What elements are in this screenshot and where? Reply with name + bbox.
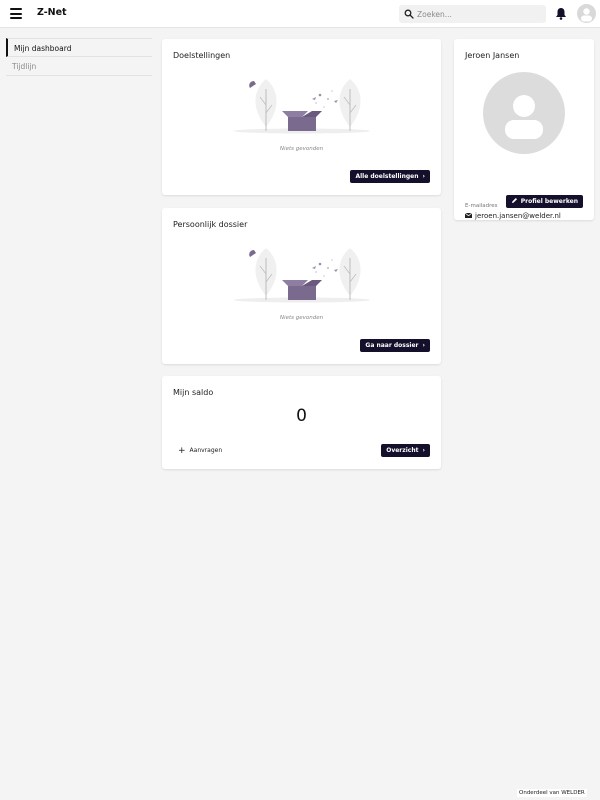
request-label: Aanvragen bbox=[189, 447, 223, 454]
pencil-icon bbox=[511, 198, 517, 203]
dossier-title: Persoonlijk dossier bbox=[173, 220, 248, 229]
menu-icon[interactable] bbox=[10, 8, 22, 19]
dossier-card: Persoonlijk dossier Niets gevonden Ga na… bbox=[162, 208, 441, 364]
envelope-icon bbox=[465, 213, 472, 218]
empty-box-illustration bbox=[234, 79, 370, 134]
footer-text: Onderdeel van WELDER bbox=[517, 789, 587, 797]
chevron-right-icon: › bbox=[422, 447, 425, 454]
brand-title: Z-Net bbox=[37, 7, 67, 18]
sidebar-nav: Mijn dashboard Tijdlijn bbox=[6, 38, 152, 76]
email-value: jeroen.jansen@welder.nl bbox=[475, 212, 561, 220]
avatar bbox=[505, 95, 543, 139]
saldo-card: Mijn saldo 0 + Aanvragen Overzicht › bbox=[162, 376, 441, 469]
all-goals-label: Alle doelstellingen bbox=[355, 173, 419, 180]
edit-profile-button[interactable]: Profiel bewerken bbox=[505, 195, 583, 208]
request-button[interactable]: + Aanvragen bbox=[178, 446, 222, 456]
saldo-value: 0 bbox=[296, 406, 307, 426]
profile-card: Jeroen Jansen E-mailadres jeroen.jansen@… bbox=[454, 39, 594, 220]
bell-icon[interactable] bbox=[555, 7, 567, 20]
goals-empty-text: Niets gevonden bbox=[279, 146, 324, 152]
sidebar-item-timeline[interactable]: Tijdlijn bbox=[6, 57, 152, 76]
overview-button[interactable]: Overzicht › bbox=[381, 444, 430, 457]
all-goals-button[interactable]: Alle doelstellingen › bbox=[350, 170, 430, 183]
user-avatar-button[interactable] bbox=[577, 4, 596, 23]
dossier-empty-text: Niets gevonden bbox=[279, 315, 324, 321]
plus-icon: + bbox=[178, 446, 186, 456]
search-input[interactable] bbox=[417, 7, 542, 21]
chevron-right-icon: › bbox=[422, 342, 425, 349]
search-icon bbox=[404, 9, 414, 19]
search-box[interactable] bbox=[399, 5, 546, 23]
profile-avatar bbox=[483, 72, 565, 154]
chevron-right-icon: › bbox=[422, 173, 425, 180]
go-to-dossier-label: Ga naar dossier bbox=[365, 342, 419, 349]
email-label: E-mailadres bbox=[465, 203, 498, 209]
edit-profile-label: Profiel bewerken bbox=[520, 198, 578, 205]
go-to-dossier-button[interactable]: Ga naar dossier › bbox=[360, 339, 430, 352]
top-bar: Z-Net bbox=[0, 0, 600, 28]
sidebar-item-dashboard[interactable]: Mijn dashboard bbox=[6, 38, 152, 57]
goals-title: Doelstellingen bbox=[173, 51, 231, 60]
overview-label: Overzicht bbox=[386, 447, 419, 454]
avatar bbox=[581, 8, 592, 22]
email-row: jeroen.jansen@welder.nl bbox=[465, 212, 561, 220]
profile-name: Jeroen Jansen bbox=[465, 51, 520, 60]
goals-card: Doelstellingen Niets gevonden Alle doels… bbox=[162, 39, 441, 195]
empty-box-illustration bbox=[234, 248, 370, 303]
saldo-title: Mijn saldo bbox=[173, 388, 214, 397]
